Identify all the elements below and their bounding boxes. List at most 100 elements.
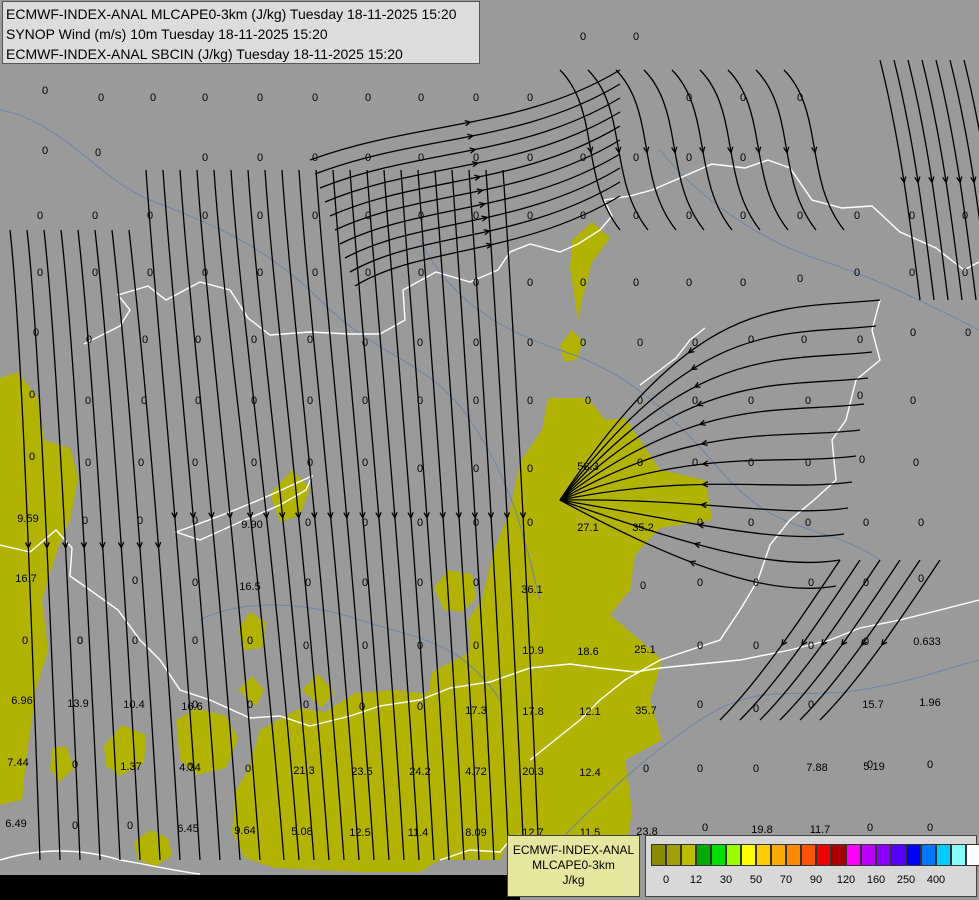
cin-value: 0 bbox=[927, 822, 933, 834]
cin-value: 0 bbox=[748, 457, 754, 469]
cin-value: 0 bbox=[307, 395, 313, 407]
cin-value: 0 bbox=[913, 457, 919, 469]
cin-value: 5.08 bbox=[291, 826, 312, 838]
cin-value: 0 bbox=[640, 580, 646, 592]
cin-value: 0 bbox=[692, 395, 698, 407]
cin-value: 0 bbox=[753, 763, 759, 775]
cin-value: 0 bbox=[418, 267, 424, 279]
cin-value: 0 bbox=[740, 152, 746, 164]
cin-value: 0 bbox=[797, 92, 803, 104]
cin-value: 23.5 bbox=[351, 766, 372, 778]
cin-value: 21.3 bbox=[293, 765, 314, 777]
cin-value: 0 bbox=[37, 267, 43, 279]
cin-value: 0 bbox=[633, 31, 639, 43]
cin-value: 0 bbox=[473, 92, 479, 104]
cin-value: 0 bbox=[527, 210, 533, 222]
cin-value: 0 bbox=[307, 457, 313, 469]
cin-value: 0 bbox=[909, 210, 915, 222]
cin-value: 0 bbox=[257, 210, 263, 222]
cin-value: 0 bbox=[692, 457, 698, 469]
cin-value: 0 bbox=[473, 517, 479, 529]
cin-value: 0 bbox=[92, 267, 98, 279]
cin-value: 0 bbox=[697, 763, 703, 775]
cin-value: 6.49 bbox=[5, 818, 26, 830]
cin-value: 0 bbox=[132, 575, 138, 587]
legend-tick: 70 bbox=[779, 874, 793, 886]
cin-value: 0 bbox=[192, 577, 198, 589]
legend-swatch bbox=[951, 844, 966, 866]
cin-value: 6.45 bbox=[177, 823, 198, 835]
cin-value: 0 bbox=[527, 395, 533, 407]
cin-value: 0 bbox=[86, 334, 92, 346]
cin-value: 0 bbox=[418, 152, 424, 164]
cin-value: 0 bbox=[417, 337, 423, 349]
cin-value: 0 bbox=[909, 267, 915, 279]
cin-value: 12.5 bbox=[349, 827, 370, 839]
legend-swatch bbox=[801, 844, 816, 866]
cin-value: 0 bbox=[417, 640, 423, 652]
legend-swatch bbox=[966, 844, 979, 866]
cin-value: 0 bbox=[797, 273, 803, 285]
cin-value: 35.7 bbox=[635, 705, 656, 717]
legend-tick: 250 bbox=[896, 874, 916, 886]
cin-value: 0 bbox=[312, 210, 318, 222]
cin-value: 9.64 bbox=[234, 825, 255, 837]
cin-value: 4.72 bbox=[465, 766, 486, 778]
cin-value: 0 bbox=[37, 210, 43, 222]
cin-value: 0 bbox=[580, 31, 586, 43]
cin-value: 0 bbox=[95, 147, 101, 159]
cin-value: 24.2 bbox=[409, 766, 430, 778]
cin-value: 0 bbox=[72, 820, 78, 832]
cin-value: 0 bbox=[202, 210, 208, 222]
cin-value: 0 bbox=[257, 152, 263, 164]
cin-value: 0 bbox=[312, 92, 318, 104]
cin-value: 0 bbox=[192, 457, 198, 469]
cin-value: 0 bbox=[686, 210, 692, 222]
cin-value: 0 bbox=[137, 515, 143, 527]
cin-value: 0 bbox=[527, 337, 533, 349]
cin-value: 0 bbox=[473, 152, 479, 164]
legend-unit: J/kg bbox=[562, 873, 585, 887]
cin-value: 0 bbox=[748, 517, 754, 529]
cin-value: 20.3 bbox=[522, 766, 543, 778]
cin-value: 0 bbox=[927, 759, 933, 771]
legend-swatch bbox=[771, 844, 786, 866]
cin-value: 0 bbox=[92, 210, 98, 222]
cin-value: 0 bbox=[697, 577, 703, 589]
legend-swatch bbox=[681, 844, 696, 866]
header-line-cin: ECMWF-INDEX-ANAL SBCIN (J/kg) Tuesday 18… bbox=[6, 46, 403, 62]
map-header: ECMWF-INDEX-ANAL MLCAPE0-3km (J/kg) Tues… bbox=[2, 1, 480, 64]
cin-value: 0 bbox=[192, 515, 198, 527]
cin-value: 7.44 bbox=[7, 757, 28, 769]
cin-value: 0 bbox=[29, 389, 35, 401]
cin-value: 0 bbox=[805, 457, 811, 469]
cin-value: 0 bbox=[863, 577, 869, 589]
legend-swatch bbox=[876, 844, 891, 866]
cin-value: 0 bbox=[580, 210, 586, 222]
legend-swatch bbox=[921, 844, 936, 866]
cin-value: 0 bbox=[147, 267, 153, 279]
cin-value: 0 bbox=[257, 267, 263, 279]
header-line-cape: ECMWF-INDEX-ANAL MLCAPE0-3km (J/kg) Tues… bbox=[6, 6, 457, 22]
cin-value: 0 bbox=[808, 699, 814, 711]
cin-value: 0 bbox=[910, 395, 916, 407]
cin-value: 10.9 bbox=[522, 645, 543, 657]
cin-value: 0 bbox=[697, 699, 703, 711]
legend-swatch bbox=[891, 844, 906, 866]
cin-value: 0 bbox=[643, 763, 649, 775]
legend-swatch bbox=[936, 844, 951, 866]
cin-value: 0 bbox=[22, 635, 28, 647]
cin-value: 0 bbox=[365, 210, 371, 222]
cin-value: 0 bbox=[417, 463, 423, 475]
cin-value: 25.1 bbox=[634, 644, 655, 656]
cin-value: 0 bbox=[527, 277, 533, 289]
cin-value: 0 bbox=[697, 640, 703, 652]
cin-value: 0 bbox=[473, 337, 479, 349]
cin-value: 0 bbox=[29, 451, 35, 463]
legend-swatch bbox=[726, 844, 741, 866]
weather-map: 0 0 0 0 0 0 0 0 0 0 0 0 0 0 0 0 0 0 0 0 0 0 0 0 0 0 0 0 0 0 0 0 0 0 0 0 0 0 0 0… bbox=[0, 0, 979, 900]
cin-value: 0 bbox=[686, 152, 692, 164]
cin-value: 0 bbox=[965, 327, 971, 339]
cin-value: 0 bbox=[147, 210, 153, 222]
cin-value: 0 bbox=[418, 210, 424, 222]
